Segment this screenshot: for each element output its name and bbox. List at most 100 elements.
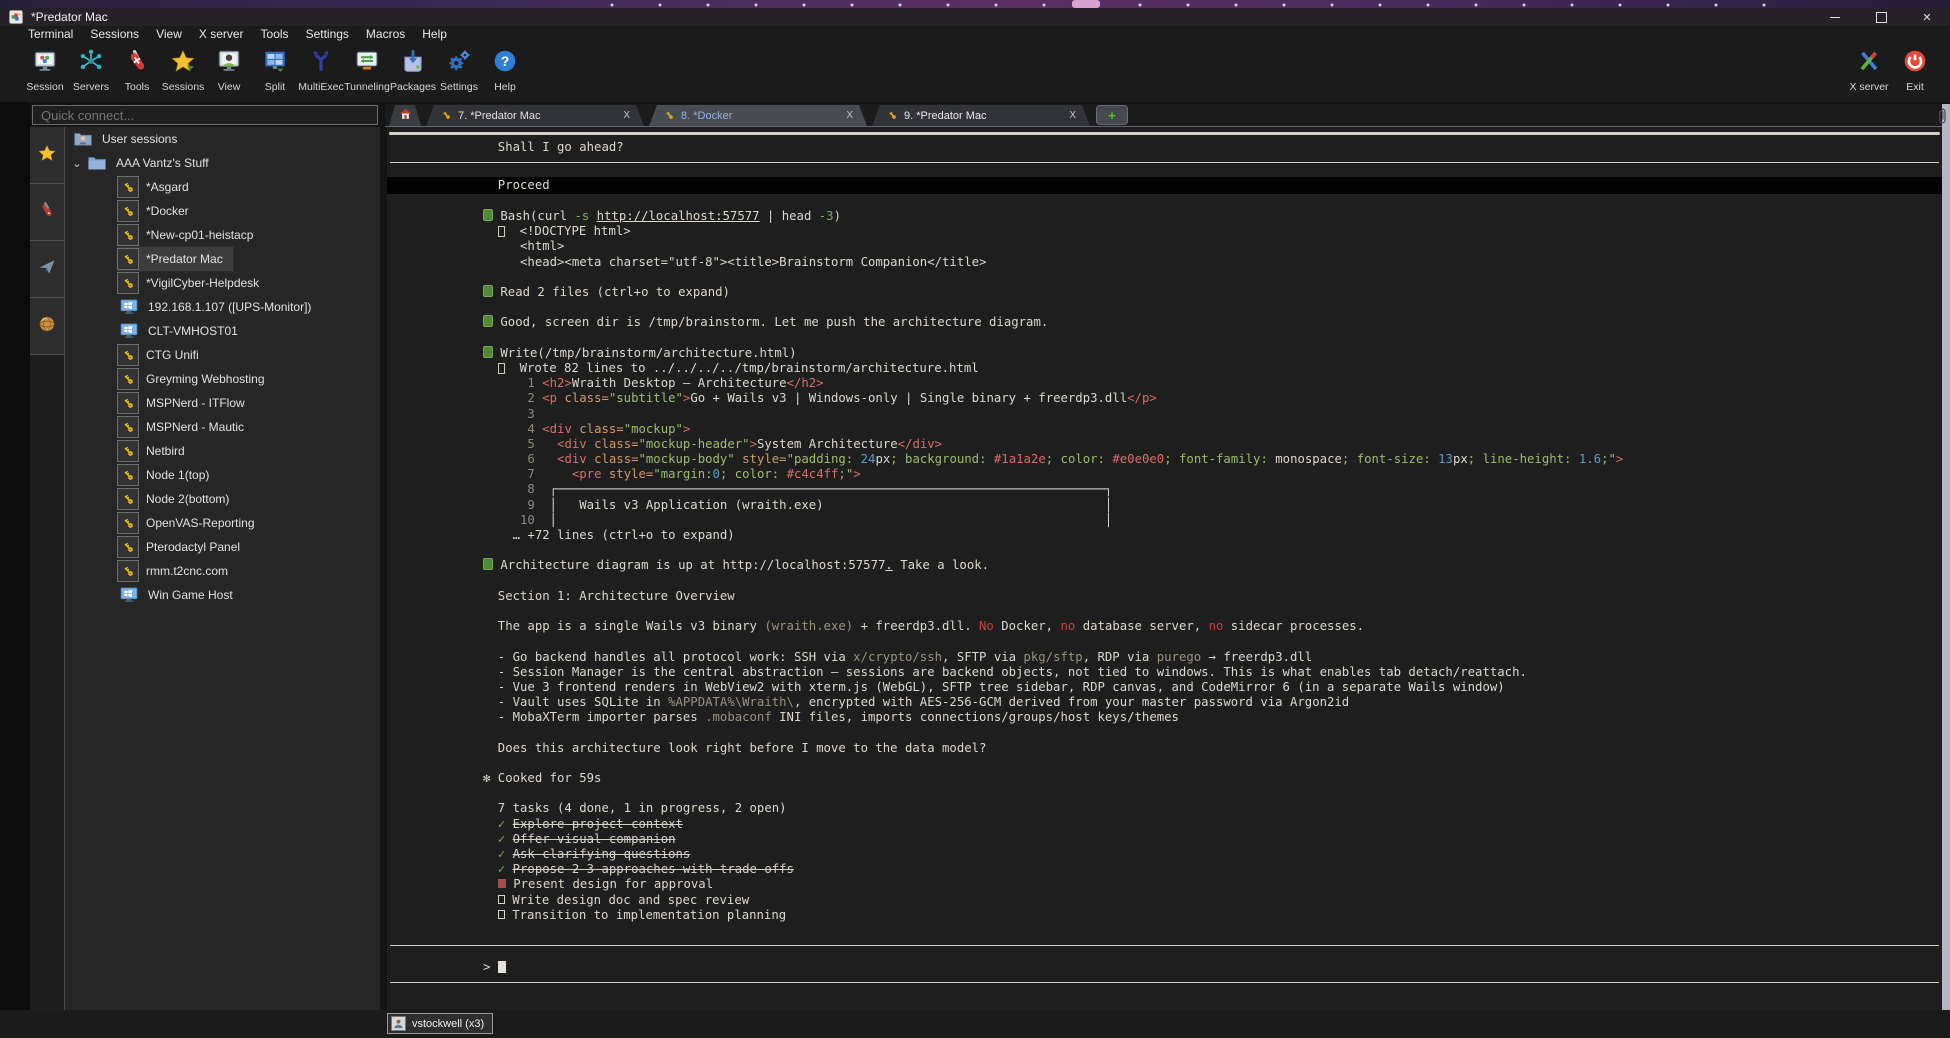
minimize-button[interactable] (1812, 8, 1858, 26)
menu-item-x-server[interactable]: X server (199, 27, 244, 41)
terminal-line: ✓ Explore project context (387, 817, 1942, 832)
toolbar-button-session[interactable]: Session (22, 44, 68, 93)
tree-session-item[interactable]: MSPNerd - Mautic (65, 415, 380, 439)
maximize-button[interactable] (1858, 8, 1904, 26)
proceed-option[interactable]: Proceed (387, 177, 1942, 194)
plane-icon (37, 257, 57, 282)
window-left-margin (0, 102, 30, 1010)
new-tab-button[interactable]: + (1096, 105, 1128, 125)
dock-button-globe-icon[interactable] (30, 298, 64, 355)
tree-item-label: MSPNerd - Mautic (146, 420, 244, 434)
toolbar-button-exit[interactable]: Exit (1892, 44, 1938, 93)
tab-close-icon[interactable]: X (1069, 110, 1076, 121)
toolbar-button-settings[interactable]: Settings (436, 44, 482, 93)
menu-item-terminal[interactable]: Terminal (28, 27, 73, 41)
tree-session-item[interactable]: *New-cp01-heistacp (65, 223, 380, 247)
toolbar-button-help[interactable]: ?Help (482, 44, 528, 93)
terminal-line (387, 162, 1942, 177)
menu-item-view[interactable]: View (156, 27, 182, 41)
terminal-tab[interactable]: 7. *Predator MacX (426, 105, 644, 126)
toolbar-button-label: X server (1849, 81, 1888, 93)
tunneling-icon (354, 48, 380, 74)
tree-session-item[interactable]: rmm.t2cnc.com (65, 559, 380, 583)
user-session-label: vstockwell (x3) (412, 1018, 484, 1030)
toolbar-button-x-server[interactable]: X server (1846, 44, 1892, 93)
taskbar-highlight (1072, 0, 1100, 8)
toolbar-button-packages[interactable]: Packages (390, 44, 436, 93)
toolbar-button-tunneling[interactable]: Tunneling (344, 44, 390, 93)
terminal-line: Shall I go ahead? (387, 140, 1942, 155)
toolbar-button-tools[interactable]: Tools (114, 44, 160, 93)
menu-item-help[interactable]: Help (422, 27, 447, 41)
paperclip-icon[interactable] (1936, 107, 1948, 125)
dock-button-knife-icon[interactable] (30, 184, 64, 241)
desktop-wallpaper-strip (0, 0, 1950, 8)
toolbar-left-group: SessionServers Tools SessionsView Split Mult… (22, 44, 528, 93)
tree-session-item[interactable]: Greyming Webhosting (65, 367, 380, 391)
terminal-line: ✓ Offer visual companion (387, 832, 1942, 847)
menu-item-tools[interactable]: Tools (261, 27, 289, 41)
tree-session-item[interactable]: Netbird (65, 439, 380, 463)
toolbar-button-split[interactable]: Split (252, 44, 298, 93)
toolbar-button-sessions[interactable]: Sessions (160, 44, 206, 93)
tree-session-item[interactable]: *Asgard (65, 175, 380, 199)
dock-button-plane-icon[interactable] (30, 241, 64, 298)
tree-session-item[interactable]: Node 2(bottom) (65, 487, 380, 511)
tree-item-label: *New-cp01-heistacp (146, 228, 253, 242)
servers-icon (78, 48, 104, 74)
toolbar-button-label: Tools (125, 81, 150, 93)
tab-close-icon[interactable]: X (846, 110, 853, 121)
terminal-tab[interactable]: 8. *DockerX (649, 105, 867, 126)
green-dot-icon (483, 209, 493, 221)
key-icon (117, 368, 139, 390)
toolbar-button-multiexec[interactable]: MultiExec (298, 44, 344, 93)
key-icon (117, 440, 139, 462)
terminal-line (387, 543, 1942, 558)
terminal-line: Bash(curl -s http://localhost:57577 | he… (387, 209, 1942, 224)
tree-session-item[interactable]: *Docker (65, 199, 380, 223)
tree-session-item[interactable]: Win Game Host (65, 583, 380, 607)
tree-item-label: *Predator Mac (146, 252, 223, 266)
tree-session-item[interactable]: CLT-VMHOST01 (65, 319, 380, 343)
chevron-down-icon[interactable]: ⌄ (69, 157, 85, 170)
sessions-tree[interactable]: User sessions⌄AAA Vantz's Stuff*Asgard*D… (65, 127, 380, 1010)
tree-group-folder[interactable]: ⌄AAA Vantz's Stuff (65, 151, 380, 175)
tree-session-item[interactable]: Node 1(top) (65, 463, 380, 487)
dock-button-star-icon[interactable] (30, 127, 64, 184)
menu-item-macros[interactable]: Macros (366, 27, 405, 41)
key-icon (117, 512, 139, 534)
tree-item-label: CTG Unifi (146, 348, 199, 362)
terminal-line: 2 <p class="subtitle">Go + Wails v3 | Wi… (387, 391, 1942, 406)
output-marker-icon (498, 226, 505, 237)
toolbar-button-label: Split (265, 81, 285, 93)
toolbar-right-group: X server Exit (1846, 44, 1938, 93)
tree-session-item[interactable]: *Predator Mac (65, 247, 380, 271)
toolbar-button-label: MultiExec (298, 81, 344, 93)
window-controls: ✕ (1812, 8, 1950, 26)
terminal-tab[interactable]: 9. *Predator MacX (872, 105, 1090, 126)
tree-item-label: 192.168.1.107 ([UPS-Monitor]) (148, 300, 311, 314)
user-session-button[interactable]: vstockwell (x3) (387, 1013, 493, 1034)
terminal-view[interactable]: Shall I go ahead? Proceed Bash(curl -s h… (387, 127, 1942, 1010)
close-button[interactable]: ✕ (1904, 8, 1950, 26)
tree-session-item[interactable]: OpenVAS-Reporting (65, 511, 380, 535)
tree-session-item[interactable]: CTG Unifi (65, 343, 380, 367)
home-icon (398, 106, 413, 126)
knife-icon (37, 200, 57, 225)
home-tab-button[interactable] (389, 105, 421, 126)
toolbar-button-servers[interactable]: Servers (68, 44, 114, 93)
menu-item-settings[interactable]: Settings (306, 27, 349, 41)
tab-close-icon[interactable]: X (623, 110, 630, 121)
tree-root-user-sessions[interactable]: User sessions (65, 127, 380, 151)
terminal-line: 1 <h2>Wraith Desktop — Architecture</h2> (387, 376, 1942, 391)
tree-session-item[interactable]: 192.168.1.107 ([UPS-Monitor]) (65, 295, 380, 319)
toolbar-button-view[interactable]: View (206, 44, 252, 93)
scrollbar-strip[interactable] (1942, 104, 1950, 1010)
terminal-line: … +72 lines (ctrl+o to expand) (387, 528, 1942, 543)
menu-item-sessions[interactable]: Sessions (90, 27, 139, 41)
toolbar: SessionServers Tools SessionsView Split Mult… (0, 42, 1950, 102)
tree-session-item[interactable]: MSPNerd - ITFlow (65, 391, 380, 415)
quick-connect-input[interactable] (32, 105, 378, 125)
tree-session-item[interactable]: Pterodactyl Panel (65, 535, 380, 559)
tree-session-item[interactable]: *VigilCyber-Helpdesk (65, 271, 380, 295)
